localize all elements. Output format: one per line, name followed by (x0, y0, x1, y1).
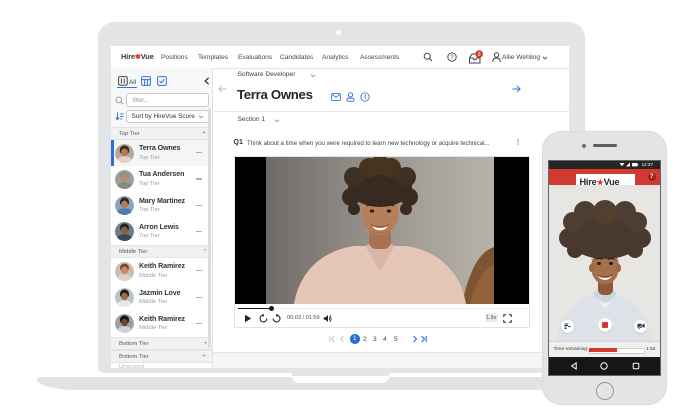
svg-text:9: 9 (478, 52, 481, 58)
svg-text:All: All (129, 79, 136, 86)
svg-text:?: ? (450, 55, 454, 61)
